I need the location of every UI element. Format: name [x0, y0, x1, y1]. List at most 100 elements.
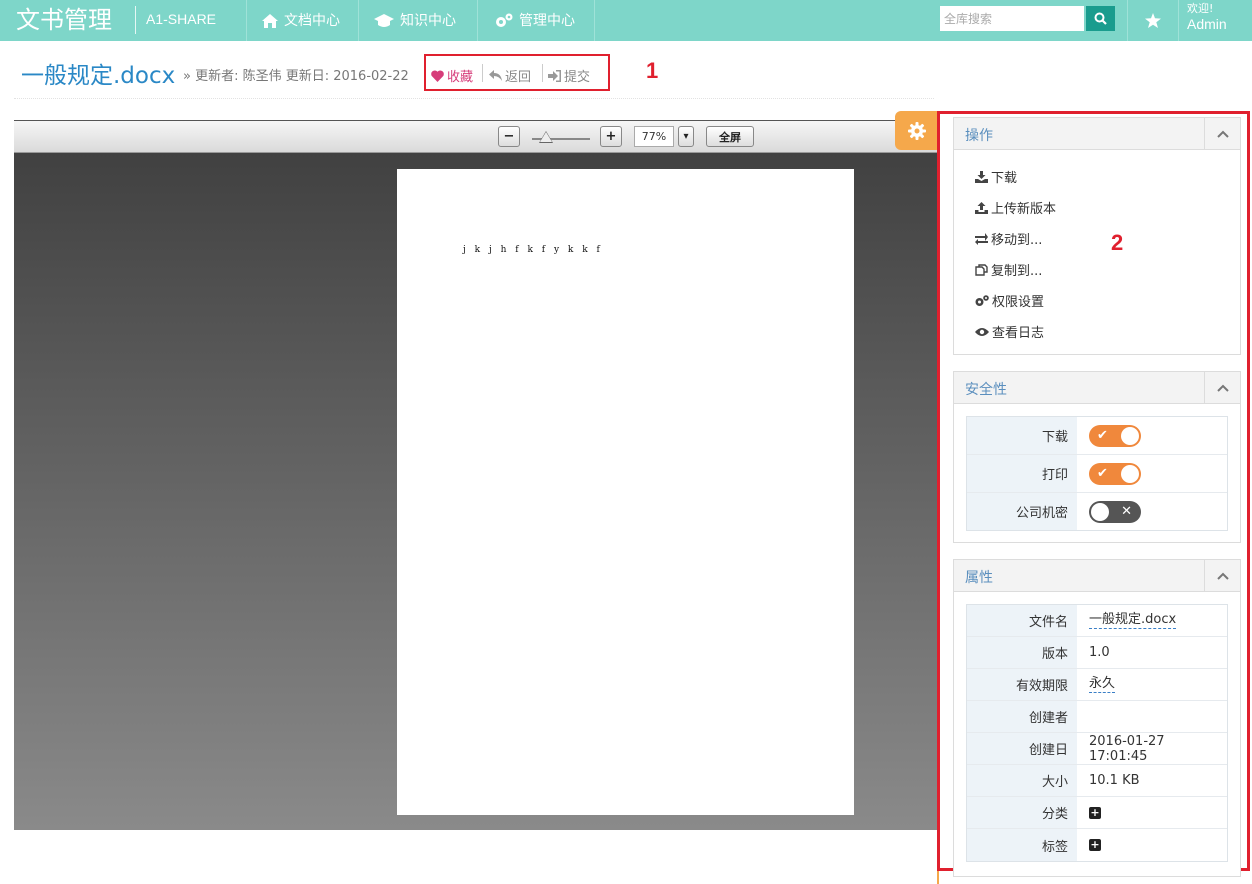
top-navbar: 文书管理 A1-SHARE 文档中心 知识中心 管理中心 欢迎! Admin	[0, 0, 1252, 41]
properties-table: 文件名 一般规定.docx 版本 1.0 有效期限 永久 创建者 创建日 201…	[966, 604, 1228, 862]
op-label: 查看日志	[992, 326, 1045, 341]
nav-item-documents[interactable]: 文档中心	[262, 0, 340, 41]
zoom-in-button[interactable]: +	[600, 126, 622, 147]
chevron-up-icon	[1216, 572, 1229, 580]
expiry-editable[interactable]: 永久	[1089, 676, 1116, 693]
op-download[interactable]: 下载	[975, 167, 1017, 186]
zoom-dropdown-button[interactable]: ▾	[678, 126, 694, 147]
panel-collapse-button[interactable]	[1204, 560, 1240, 591]
document-page	[397, 169, 854, 815]
op-upload-new-version[interactable]: 上传新版本	[975, 198, 1056, 217]
security-label: 下载	[967, 417, 1077, 454]
property-key: 文件名	[967, 605, 1077, 636]
property-key: 版本	[967, 637, 1077, 668]
settings-toggle-button[interactable]	[895, 111, 938, 150]
action-divider	[542, 64, 543, 82]
op-label: 上传新版本	[991, 202, 1057, 217]
fullscreen-button[interactable]: 全屏	[706, 126, 754, 147]
panel-title: 操作	[965, 128, 993, 144]
brand-divider	[135, 6, 136, 34]
table-row: 下载 ✔	[967, 417, 1227, 455]
panel-edge-accent	[937, 871, 939, 884]
op-permission-settings[interactable]: 权限设置	[975, 291, 1044, 310]
gears-icon	[975, 294, 989, 306]
x-icon: ✕	[1121, 503, 1132, 519]
favorite-button[interactable]: 收藏	[431, 66, 473, 85]
property-key: 标签	[967, 829, 1077, 861]
property-value: 2016-01-27 17:01:45	[1077, 733, 1227, 764]
table-row: 打印 ✔	[967, 455, 1227, 493]
panel-collapse-button[interactable]	[1204, 372, 1240, 403]
confidential-toggle[interactable]: ✕	[1089, 500, 1141, 523]
nav-item-knowledge[interactable]: 知识中心	[374, 0, 456, 41]
add-tag-button[interactable]: +	[1089, 839, 1101, 851]
favorites-button[interactable]	[1128, 0, 1178, 41]
properties-panel: 属性 文件名 一般规定.docx 版本 1.0 有效期限 永久 创建者 创建日 …	[953, 559, 1241, 877]
annotation-number-2: 2	[1111, 230, 1124, 255]
table-row: 文件名 一般规定.docx	[967, 605, 1227, 637]
panel-header[interactable]: 安全性	[954, 372, 1240, 404]
welcome-text: 欢迎!	[1187, 2, 1214, 15]
divider	[14, 98, 934, 99]
nav-item-admin[interactable]: 管理中心	[495, 0, 575, 41]
property-key: 创建者	[967, 701, 1077, 732]
security-label: 公司机密	[967, 493, 1077, 530]
nav-divider	[246, 0, 247, 41]
property-key: 分类	[967, 797, 1077, 828]
add-category-button[interactable]: +	[1089, 806, 1101, 819]
search-button[interactable]	[1086, 6, 1115, 31]
chevron-up-icon	[1216, 130, 1229, 138]
table-row: 版本 1.0	[967, 637, 1227, 669]
panel-title: 属性	[965, 570, 993, 586]
search-input[interactable]	[940, 6, 1084, 31]
toggle-knob	[1121, 464, 1139, 483]
security-label: 打印	[967, 455, 1077, 492]
security-panel: 安全性 下载 ✔ 打印 ✔ 公司机密 ✕	[953, 371, 1241, 543]
panel-collapse-button[interactable]	[1204, 118, 1240, 149]
toggle-knob	[1121, 426, 1139, 445]
op-label: 复制到...	[991, 264, 1043, 279]
property-key: 创建日	[967, 733, 1077, 764]
gear-icon	[907, 121, 926, 140]
annotation-number-1: 1	[646, 58, 659, 83]
document-meta: » 更新者: 陈圣伟 更新日: 2016-02-22	[183, 69, 409, 84]
nav-divider	[1178, 0, 1179, 41]
filename-editable[interactable]: 一般规定.docx	[1089, 612, 1177, 629]
table-row: 创建者	[967, 701, 1227, 733]
viewer-toolbar	[14, 120, 938, 153]
property-value: 10.1 KB	[1077, 765, 1227, 796]
toggle-knob	[1091, 502, 1109, 521]
favorite-label: 收藏	[447, 70, 474, 85]
download-toggle[interactable]: ✔	[1089, 424, 1141, 447]
op-label: 移动到...	[991, 233, 1043, 248]
user-menu[interactable]: 欢迎! Admin	[1187, 2, 1227, 33]
op-view-log[interactable]: 查看日志	[975, 322, 1044, 341]
property-value: 1.0	[1077, 637, 1227, 668]
zoom-out-button[interactable]: −	[498, 126, 520, 147]
check-icon: ✔	[1097, 465, 1108, 481]
sign-in-icon	[548, 69, 561, 82]
panel-header[interactable]: 属性	[954, 560, 1240, 592]
back-button[interactable]: 返回	[489, 66, 531, 85]
zoom-slider-thumb[interactable]	[540, 132, 552, 142]
submit-button[interactable]: 提交	[548, 66, 590, 85]
table-row: 公司机密 ✕	[967, 493, 1227, 530]
search-icon	[1094, 12, 1107, 25]
nav-item-label: 文档中心	[284, 12, 340, 29]
panel-title: 安全性	[965, 382, 1007, 398]
property-key: 大小	[967, 765, 1077, 796]
brand-subtitle: A1-SHARE	[146, 11, 217, 27]
zoom-level-input[interactable]: 77%	[634, 126, 674, 147]
panel-header[interactable]: 操作	[954, 118, 1240, 150]
table-row: 大小 10.1 KB	[967, 765, 1227, 797]
security-table: 下载 ✔ 打印 ✔ 公司机密 ✕	[966, 416, 1228, 531]
nav-divider	[594, 0, 595, 41]
nav-divider	[477, 0, 478, 41]
op-move-to[interactable]: 移动到...	[975, 229, 1042, 248]
print-toggle[interactable]: ✔	[1089, 462, 1141, 485]
op-copy-to[interactable]: 复制到...	[975, 260, 1042, 279]
table-row: 分类 +	[967, 797, 1227, 829]
op-label: 下载	[991, 171, 1018, 186]
brand-title[interactable]: 文书管理	[16, 4, 112, 36]
star-icon	[1145, 13, 1161, 28]
